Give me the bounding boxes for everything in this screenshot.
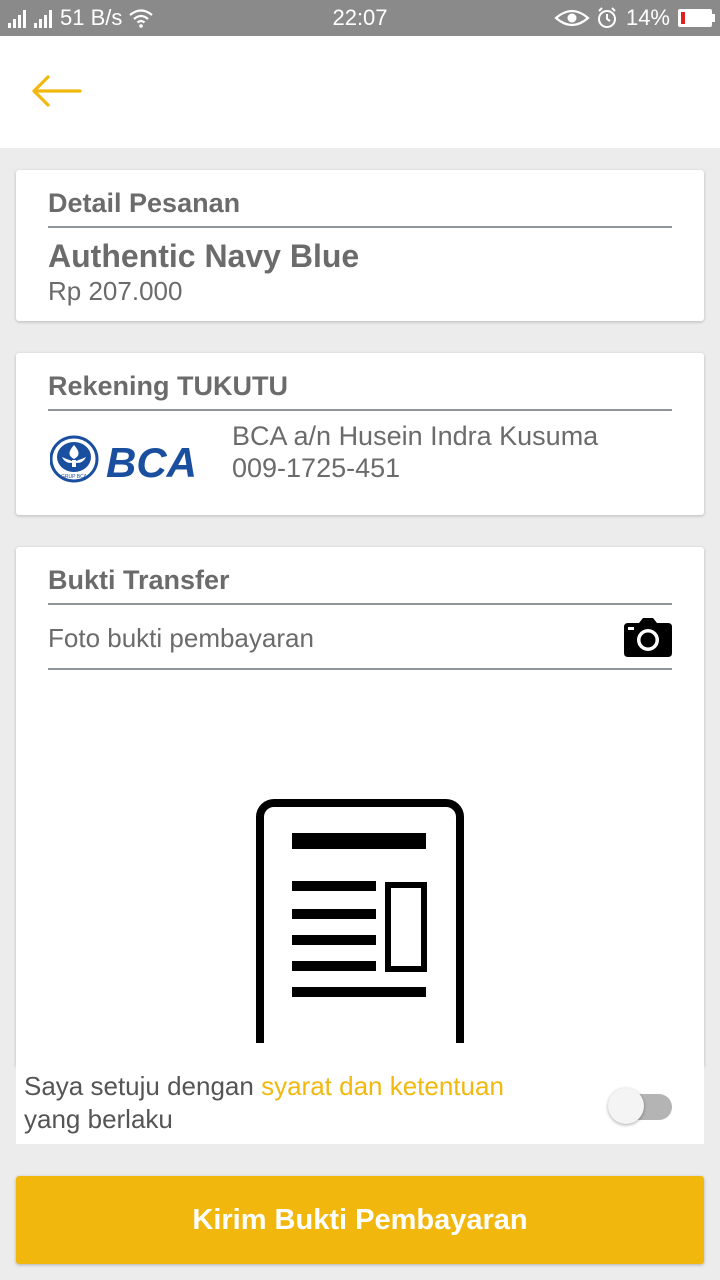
camera-button[interactable] — [624, 617, 672, 657]
divider — [48, 409, 672, 411]
back-button[interactable] — [26, 66, 84, 116]
agreement-row: Saya setuju dengan syarat dan ketentuan … — [16, 1058, 704, 1144]
payment-proof-screen: 51 B/s 22:07 14% Detail Pesanan Authenti… — [0, 0, 720, 1280]
alarm-icon — [597, 7, 616, 28]
order-detail-card: Detail Pesanan Authentic Navy Blue Rp 20… — [16, 170, 704, 321]
terms-link[interactable]: syarat dan ketentuan — [261, 1071, 504, 1101]
product-price: Rp 207.000 — [48, 276, 183, 306]
submit-proof-button[interactable]: Kirim Bukti Pembayaran — [16, 1176, 704, 1264]
battery-level — [681, 12, 685, 24]
divider — [48, 226, 672, 228]
order-detail-title: Detail Pesanan — [48, 188, 241, 218]
svg-text:BCA: BCA — [106, 439, 197, 485]
svg-text:GRUP BCA: GRUP BCA — [61, 474, 88, 480]
status-right: 14% — [554, 5, 715, 31]
agreement-text: Saya setuju dengan syarat dan ketentuan … — [24, 1070, 564, 1136]
transfer-proof-title: Bukti Transfer — [48, 565, 230, 595]
eye-icon — [554, 9, 590, 27]
battery-icon — [678, 9, 715, 27]
photo-field-label[interactable]: Foto bukti pembayaran — [48, 623, 314, 654]
agreement-text-before: Saya setuju dengan — [24, 1071, 262, 1101]
arrow-left-icon — [32, 75, 82, 107]
battery-percent: 14% — [625, 5, 670, 30]
account-holder: BCA a/n Husein Indra Kusuma — [232, 421, 599, 451]
camera-icon — [624, 618, 672, 657]
agreement-text-after: yang berlaku — [24, 1104, 173, 1134]
bank-account-card: Rekening TUKUTU GRUP BCA BCA BCA a/n Hus… — [16, 353, 704, 515]
bank-account-title: Rekening TUKUTU — [48, 371, 289, 401]
product-name: Authentic Navy Blue — [48, 238, 360, 274]
bca-logo: GRUP BCA BCA — [50, 435, 197, 485]
app-bar — [0, 36, 720, 148]
status-bar: 51 B/s 22:07 14% — [0, 0, 720, 36]
account-number: 009-1725-451 — [232, 453, 401, 483]
divider — [48, 668, 672, 670]
toggle-thumb — [608, 1088, 644, 1124]
agreement-toggle[interactable] — [608, 1086, 674, 1124]
transfer-proof-card: Bukti Transfer Foto bukti pembayaran — [16, 547, 704, 1067]
divider — [48, 603, 672, 605]
document-icon — [256, 799, 464, 1043]
